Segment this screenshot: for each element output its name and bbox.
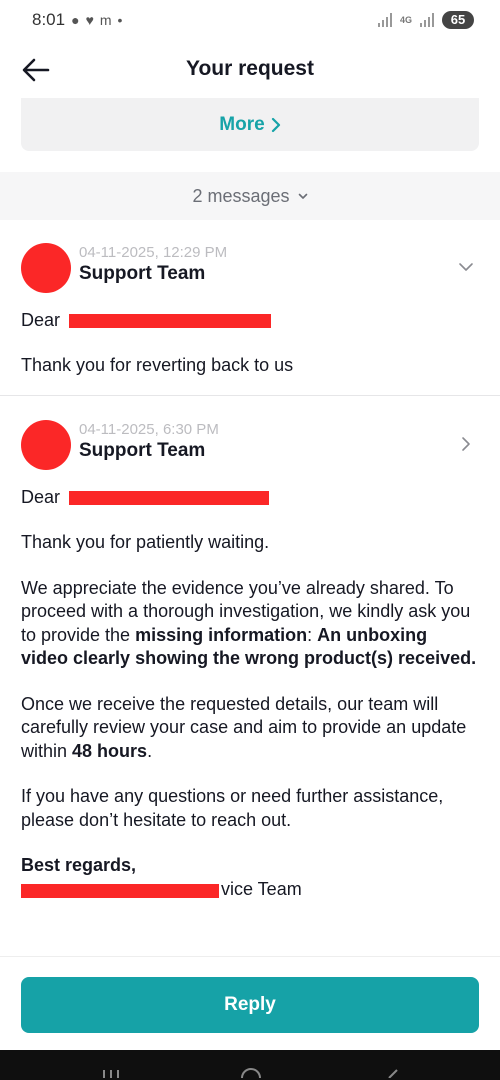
redaction-mark xyxy=(69,491,269,505)
message-header: 04-11-2025, 6:30 PM Support Team xyxy=(21,397,479,470)
avatar xyxy=(21,243,71,293)
message-paragraph: Thank you for patiently waiting. xyxy=(21,532,270,552)
network-type: 4G xyxy=(399,14,412,25)
message-thread[interactable]: More 2 messages 04-11-2025, 12:29 PM Sup… xyxy=(0,98,500,956)
heart-icon: ♥ xyxy=(85,12,94,28)
message-count-bar: 2 messages xyxy=(0,172,500,220)
system-nav-bar xyxy=(0,1050,500,1080)
more-link[interactable]: More xyxy=(219,114,280,136)
status-time: 8:01 xyxy=(32,10,66,29)
message-greeting: Dear xyxy=(21,485,479,509)
message-date: 04-11-2025, 12:29 PM xyxy=(79,244,228,261)
page-title: Your request xyxy=(186,57,314,80)
back-icon[interactable] xyxy=(385,1068,399,1078)
header: Your request xyxy=(0,40,500,98)
redaction-mark xyxy=(21,883,219,898)
signal-icon xyxy=(377,13,392,27)
more-label: More xyxy=(219,113,265,135)
more-card: More xyxy=(21,98,479,151)
home-icon[interactable] xyxy=(240,1068,262,1078)
recent-apps-icon[interactable] xyxy=(100,1068,122,1078)
dot-icon: • xyxy=(117,12,123,28)
footer: Reply xyxy=(0,956,500,1051)
message-count: 2 messages xyxy=(192,185,290,206)
status-bar: 8:01 ● ♥ m • 4G 65 xyxy=(0,0,500,40)
chevron-down-icon xyxy=(298,193,307,199)
reply-button[interactable]: Reply xyxy=(21,977,479,1033)
message-paragraph: If you have any questions or need furthe… xyxy=(21,786,444,830)
back-arrow-icon[interactable] xyxy=(20,54,52,86)
message-body: Thank you for reverting back to us xyxy=(21,355,294,375)
message-paragraph: Once we receive the requested details, o… xyxy=(21,693,467,761)
chevron-right-icon[interactable] xyxy=(457,435,475,453)
message-paragraph: We appreciate the evidence you’ve alread… xyxy=(21,577,477,669)
message-signature: vice Team xyxy=(21,878,479,902)
chevron-down-icon[interactable] xyxy=(457,258,475,276)
message-sender: Support Team xyxy=(79,440,206,461)
message-date: 04-11-2025, 6:30 PM xyxy=(79,421,219,438)
message-item[interactable]: 04-11-2025, 6:30 PM Support Team Dear Th… xyxy=(0,397,500,949)
message-item[interactable]: 04-11-2025, 12:29 PM Support Team Dear T… xyxy=(0,220,500,396)
message-signoff: Best regards, xyxy=(21,855,137,875)
redaction-mark xyxy=(69,314,271,328)
message-greeting: Dear xyxy=(21,308,479,332)
message-count-toggle[interactable]: 2 messages xyxy=(192,186,307,207)
message-sender: Support Team xyxy=(79,263,206,284)
message-header: 04-11-2025, 12:29 PM Support Team xyxy=(21,220,479,293)
messenger-icon: ● xyxy=(71,12,80,28)
battery-level: 65 xyxy=(442,11,474,29)
mcdonalds-icon: m xyxy=(99,12,112,28)
signal-icon-2 xyxy=(420,13,434,27)
avatar xyxy=(21,420,71,470)
chevron-right-icon xyxy=(271,117,280,132)
